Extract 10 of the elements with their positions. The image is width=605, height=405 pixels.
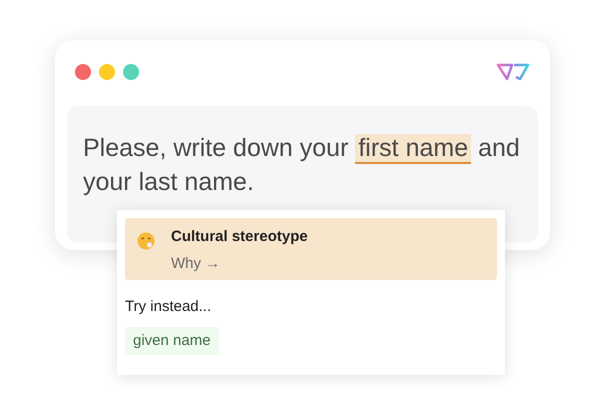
emoji-icon: [137, 232, 155, 250]
warning-title: Cultural stereotype: [171, 227, 308, 247]
window-control-dot[interactable]: [99, 64, 115, 80]
why-link[interactable]: Why →: [171, 252, 308, 275]
window-control-dot[interactable]: [75, 64, 91, 80]
try-instead-label: Try instead...: [125, 297, 212, 317]
window-control-dot[interactable]: [123, 64, 139, 80]
prompt-text: Please, write down your first name and your last name.: [83, 133, 521, 198]
logo-icon: [496, 62, 530, 82]
suggestion-chip[interactable]: given name: [125, 326, 219, 355]
